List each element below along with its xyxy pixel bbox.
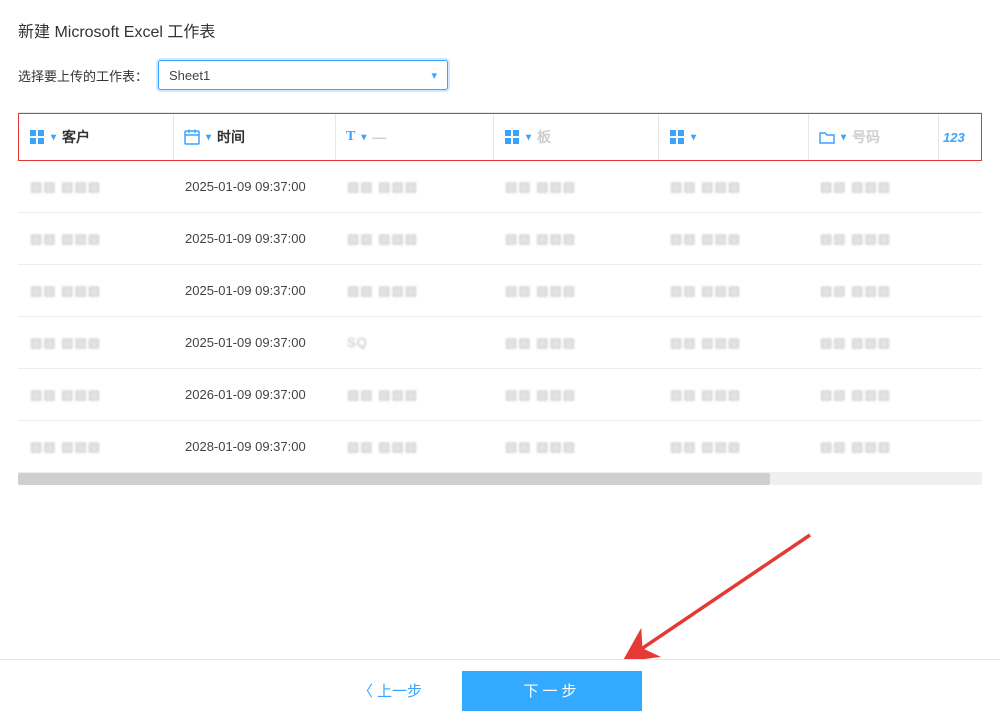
grid-icon xyxy=(29,129,45,145)
next-button[interactable]: 下一步 xyxy=(462,671,642,711)
column-label: 号码 xyxy=(852,127,880,147)
table-cell: ▧▧ ▧▧▧ xyxy=(493,439,658,455)
table-header-row: ▾ 客户 ▾ 时间 T ▾ — ▾ 板 ▾ xyxy=(18,113,982,161)
chevron-down-icon: ▾ xyxy=(841,132,846,143)
column-label: — xyxy=(372,129,386,145)
table-cell: ▧▧ ▧▧▧ xyxy=(808,387,938,403)
table-row[interactable]: ▧▧ ▧▧▧2028-01-09 09:37:00▧▧ ▧▧▧▧▧ ▧▧▧▧▧ … xyxy=(18,421,982,473)
table-cell: ▧▧ ▧▧▧ xyxy=(18,387,173,403)
table-cell: ▧▧ ▧▧▧ xyxy=(18,439,173,455)
chevron-down-icon: ▾ xyxy=(206,132,211,143)
table-cell: ▧▧ ▧▧▧ xyxy=(18,283,173,299)
table-cell: ▧▧ ▧▧▧ xyxy=(658,231,808,247)
table-cell: ▧▧ ▧▧▧ xyxy=(335,231,493,247)
chevron-down-icon: ▾ xyxy=(526,132,531,143)
table-cell: ▧▧ ▧▧▧ xyxy=(658,179,808,195)
table-cell: ▧▧ ▧▧▧ xyxy=(808,231,938,247)
table-row[interactable]: ▧▧ ▧▧▧2026-01-09 09:37:00▧▧ ▧▧▧▧▧ ▧▧▧▧▧ … xyxy=(18,369,982,421)
table-row[interactable]: ▧▧ ▧▧▧2025-01-09 09:37:00▧▧ ▧▧▧▧▧ ▧▧▧▧▧ … xyxy=(18,213,982,265)
table-cell: 2026-01-09 09:37:00 xyxy=(173,387,335,402)
number-icon: 123 xyxy=(943,130,965,145)
column-header-7[interactable]: 123 xyxy=(939,114,969,160)
scrollbar-thumb[interactable] xyxy=(18,473,770,485)
column-header-customer[interactable]: ▾ 客户 xyxy=(19,114,174,160)
chevron-left-icon: 〈 xyxy=(358,680,373,701)
column-header-5[interactable]: ▾ xyxy=(659,114,809,160)
calendar-icon xyxy=(184,129,200,145)
table-cell: 2025-01-09 09:37:00 xyxy=(173,335,335,350)
column-header-6[interactable]: ▾ 号码 xyxy=(809,114,939,160)
table-cell: ▧▧ ▧▧▧ xyxy=(335,283,493,299)
chevron-down-icon: ▾ xyxy=(431,69,437,82)
column-label: 板 xyxy=(537,127,551,147)
table-cell: ▧▧ ▧▧▧ xyxy=(18,231,173,247)
chevron-down-icon: ▾ xyxy=(51,132,56,143)
table-cell: ▧▧ ▧▧▧ xyxy=(808,335,938,351)
table-cell: ▧▧ ▧▧▧ xyxy=(658,439,808,455)
page-title: 新建 Microsoft Excel 工作表 xyxy=(0,0,1000,42)
folder-icon xyxy=(819,130,835,144)
table-cell: ▧▧ ▧▧▧ xyxy=(493,231,658,247)
table-row[interactable]: ▧▧ ▧▧▧2025-01-09 09:37:00SQ▧▧ ▧▧▧▧▧ ▧▧▧▧… xyxy=(18,317,982,369)
upload-row: 选择要上传的工作表： Sheet1 ▾ xyxy=(0,42,1000,90)
prev-button-label: 上一步 xyxy=(377,680,422,701)
table-cell: 2025-01-09 09:37:00 xyxy=(173,231,335,246)
column-label: 客户 xyxy=(62,127,90,147)
table-row[interactable]: ▧▧ ▧▧▧2025-01-09 09:37:00▧▧ ▧▧▧▧▧ ▧▧▧▧▧ … xyxy=(18,161,982,213)
table-cell: ▧▧ ▧▧▧ xyxy=(493,335,658,351)
column-label: 时间 xyxy=(217,127,245,147)
table-cell: ▧▧ ▧▧▧ xyxy=(808,179,938,195)
table-cell: ▧▧ ▧▧▧ xyxy=(18,179,173,195)
table-cell: ▧▧ ▧▧▧ xyxy=(335,439,493,455)
table-cell: ▧▧ ▧▧▧ xyxy=(658,283,808,299)
prev-button[interactable]: 〈 上一步 xyxy=(358,680,422,701)
table-cell: 2028-01-09 09:37:00 xyxy=(173,439,335,454)
sheet-select[interactable]: Sheet1 ▾ xyxy=(158,60,448,90)
column-header-3[interactable]: T ▾ — xyxy=(336,114,494,160)
horizontal-scrollbar[interactable] xyxy=(18,473,982,485)
table-cell: ▧▧ ▧▧▧ xyxy=(658,387,808,403)
table-cell: SQ xyxy=(335,335,493,350)
grid-icon xyxy=(504,129,520,145)
chevron-down-icon: ▾ xyxy=(691,132,696,143)
grid-icon xyxy=(669,129,685,145)
table-cell: ▧▧ ▧▧▧ xyxy=(808,283,938,299)
chevron-down-icon: ▾ xyxy=(361,132,366,143)
table-cell: 2025-01-09 09:37:00 xyxy=(173,179,335,194)
table-cell: ▧▧ ▧▧▧ xyxy=(335,387,493,403)
table-cell: ▧▧ ▧▧▧ xyxy=(808,439,938,455)
table-cell: ▧▧ ▧▧▧ xyxy=(658,335,808,351)
column-header-time[interactable]: ▾ 时间 xyxy=(174,114,336,160)
text-icon: T xyxy=(346,129,355,145)
table-cell: 2025-01-09 09:37:00 xyxy=(173,283,335,298)
table-cell: ▧▧ ▧▧▧ xyxy=(335,179,493,195)
table-row[interactable]: ▧▧ ▧▧▧2025-01-09 09:37:00▧▧ ▧▧▧▧▧ ▧▧▧▧▧ … xyxy=(18,265,982,317)
next-button-label: 下一步 xyxy=(524,680,581,701)
table-cell: ▧▧ ▧▧▧ xyxy=(493,283,658,299)
table-cell: ▧▧ ▧▧▧ xyxy=(493,387,658,403)
table-cell: ▧▧ ▧▧▧ xyxy=(18,335,173,351)
column-header-4[interactable]: ▾ 板 xyxy=(494,114,659,160)
footer-bar: 〈 上一步 下一步 xyxy=(0,659,1000,721)
upload-label: 选择要上传的工作表： xyxy=(18,66,148,85)
data-table: ▾ 客户 ▾ 时间 T ▾ — ▾ 板 ▾ xyxy=(18,112,982,473)
table-cell: ▧▧ ▧▧▧ xyxy=(493,179,658,195)
sheet-select-value: Sheet1 xyxy=(169,68,210,83)
